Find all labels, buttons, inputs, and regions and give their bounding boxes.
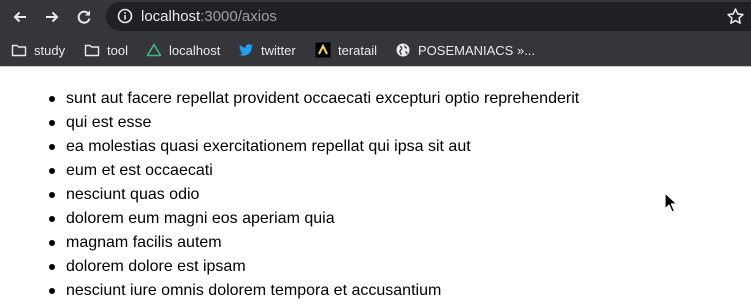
- folder-icon: [11, 42, 27, 58]
- bookmark-teratail[interactable]: teratail: [315, 40, 377, 60]
- browser-toolbar: localhost:3000/axios: [0, 0, 751, 33]
- url-path: :3000/axios: [200, 8, 277, 25]
- back-button[interactable]: [7, 4, 33, 30]
- bookmark-twitter[interactable]: twitter: [238, 40, 296, 60]
- bookmark-label: POSEMANIACS »...: [418, 42, 536, 58]
- folder-icon: [84, 42, 100, 58]
- back-arrow-icon: [13, 11, 26, 23]
- forward-button[interactable]: [39, 4, 65, 30]
- bookmarks-bar: study tool localhost twitter teratail PO…: [0, 33, 751, 66]
- triangle-logo-icon: [146, 42, 162, 58]
- list-item: qui est esse: [47, 111, 579, 135]
- bookmark-label: teratail: [338, 42, 378, 58]
- twitter-bird-icon: [238, 42, 254, 58]
- list-item: dolorem eum magni eos aperiam quia: [47, 207, 579, 231]
- bookmark-label: study: [34, 42, 66, 58]
- reload-button[interactable]: [71, 4, 97, 30]
- post-list: sunt aut facere repellat provident occae…: [47, 87, 579, 303]
- forward-arrow-icon: [46, 11, 59, 23]
- list-item: ea molestias quasi exercitationem repell…: [47, 135, 579, 159]
- list-item: nesciunt quas odio: [47, 183, 579, 207]
- teratail-logo-icon: [315, 42, 331, 58]
- bookmark-label: localhost: [169, 42, 221, 58]
- list-item: sunt aut facere repellat provident occae…: [47, 87, 579, 111]
- reload-icon: [77, 10, 91, 24]
- bookmark-label: tool: [107, 42, 128, 58]
- list-item: nesciunt iure omnis dolorem tempora et a…: [47, 279, 579, 303]
- list-item: dolorem dolore est ipsam: [47, 255, 579, 279]
- mouse-pointer-icon: [664, 192, 678, 213]
- list-item: eum et est occaecati: [47, 159, 579, 183]
- browser-chrome: localhost:3000/axios study tool localhos…: [0, 0, 751, 67]
- bookmark-star-icon[interactable]: [726, 7, 745, 26]
- info-icon[interactable]: [117, 8, 133, 24]
- bookmark-label: twitter: [261, 42, 296, 58]
- bookmark-localhost[interactable]: localhost: [146, 40, 220, 60]
- bookmark-posemaniacs[interactable]: POSEMANIACS »...: [395, 40, 535, 60]
- list-item: magnam facilis autem: [47, 231, 579, 255]
- address-bar[interactable]: localhost:3000/axios: [106, 2, 751, 31]
- bookmark-tool[interactable]: tool: [84, 40, 128, 60]
- bookmark-study[interactable]: study: [11, 40, 65, 60]
- url-host: localhost: [141, 8, 201, 25]
- url-text[interactable]: localhost:3000/axios: [141, 8, 277, 25]
- page-content: sunt aut facere repellat provident occae…: [0, 67, 751, 299]
- globe-icon: [395, 42, 411, 58]
